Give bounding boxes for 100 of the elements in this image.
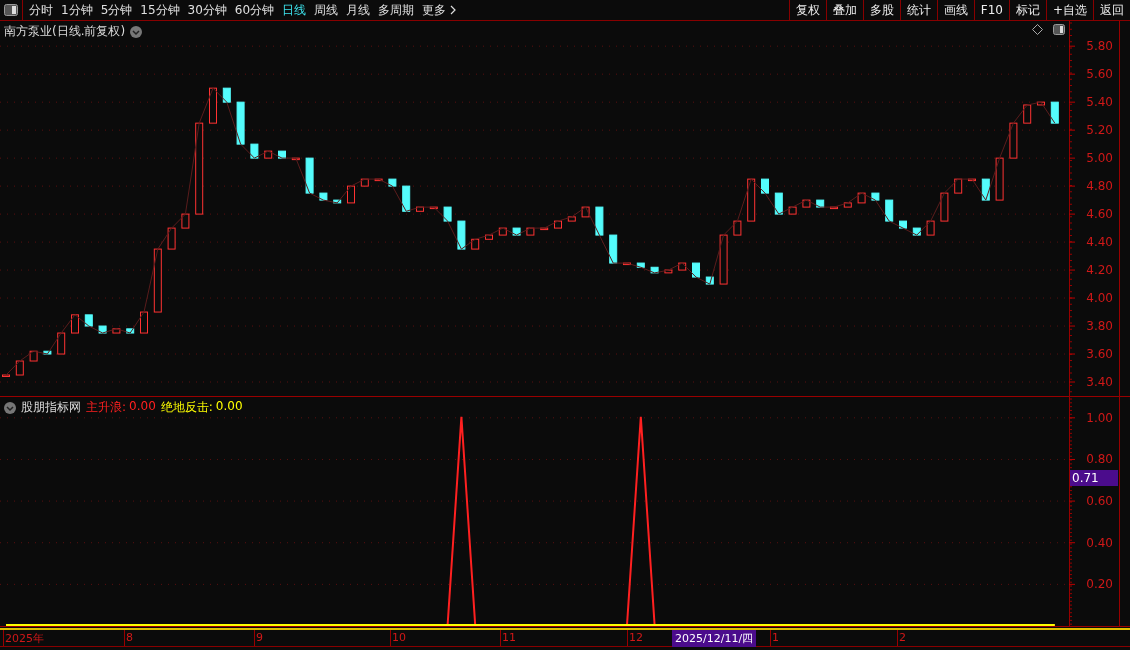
- period-tab[interactable]: 日线: [282, 1, 307, 19]
- axis-label: 0.40: [1086, 535, 1113, 550]
- candle: [540, 227, 549, 231]
- period-tab[interactable]: 多周期: [378, 1, 415, 19]
- candle: [636, 262, 645, 268]
- axis-label: 0.20: [1086, 577, 1113, 592]
- panel-toggle-icon[interactable]: [1053, 24, 1065, 35]
- axis-label: 0.80: [1086, 452, 1113, 467]
- period-tab[interactable]: 1分钟: [61, 1, 93, 19]
- candle: [940, 192, 949, 222]
- candle: [981, 178, 990, 201]
- candle: [140, 311, 148, 334]
- axis-label: 4.60: [1086, 207, 1113, 222]
- candle: [1050, 101, 1059, 124]
- cursor-date: 2025/12/11/四: [672, 630, 757, 647]
- period-tab[interactable]: 5分钟: [100, 1, 133, 19]
- axis-label: 4.80: [1086, 179, 1113, 194]
- candle: [402, 185, 411, 212]
- candle: [333, 199, 342, 204]
- candle: [57, 332, 66, 355]
- candle: [236, 101, 245, 145]
- candle: [761, 178, 769, 194]
- axis-label: 4.40: [1086, 235, 1113, 250]
- candle: [1023, 104, 1032, 124]
- candle: [222, 87, 231, 103]
- axis-label: 1.00: [1086, 410, 1113, 425]
- chart-title: 南方泵业(日线.前复权): [4, 23, 126, 40]
- candle: [278, 150, 286, 159]
- chevron-right-icon: [450, 5, 458, 15]
- candle: [788, 206, 797, 215]
- date-label: 1: [772, 631, 779, 644]
- candle: [443, 206, 452, 222]
- period-tab[interactable]: 月线: [346, 1, 371, 19]
- period-tab[interactable]: 30分钟: [187, 1, 227, 19]
- candle: [126, 328, 135, 334]
- candle: [857, 192, 866, 204]
- candle: [719, 234, 728, 285]
- candle: [374, 178, 383, 182]
- candle: [567, 216, 576, 222]
- diamond-icon[interactable]: [1032, 24, 1043, 35]
- candle: [912, 227, 921, 236]
- axis-label: 3.60: [1086, 347, 1113, 361]
- candle: [485, 234, 493, 240]
- candle: [360, 178, 369, 187]
- axis-label: 4.20: [1086, 263, 1113, 278]
- period-tab[interactable]: 周线: [314, 1, 339, 19]
- candle: [305, 157, 314, 194]
- candle: [98, 325, 107, 334]
- legend-label: 主升浪:: [86, 399, 127, 416]
- candle: [816, 199, 825, 208]
- period-tab[interactable]: 更多: [422, 1, 458, 19]
- candle: [871, 192, 880, 201]
- axis-label: 3.80: [1086, 319, 1113, 334]
- axis-label: 0.60: [1086, 494, 1113, 509]
- candle: [153, 248, 162, 313]
- legend-value: 0.00: [215, 399, 243, 415]
- legend-label: 绝地反击:: [160, 399, 213, 416]
- candle: [843, 202, 852, 208]
- candle: [250, 143, 259, 159]
- candle: [1037, 101, 1045, 106]
- candle: [692, 262, 700, 278]
- chevron-down-icon[interactable]: [130, 25, 143, 38]
- candle: [2, 374, 10, 377]
- candle: [650, 266, 659, 274]
- axis-label: 3.40: [1086, 375, 1113, 389]
- candle: [830, 206, 838, 210]
- candle: [954, 178, 963, 194]
- candle: [84, 314, 93, 327]
- candle: [43, 350, 52, 355]
- chevron-down-icon[interactable]: [4, 401, 16, 414]
- date-label: 8: [126, 631, 133, 644]
- period-tab[interactable]: 15分钟: [140, 1, 180, 19]
- candle: [733, 220, 742, 236]
- candle: [347, 185, 355, 204]
- candle: [498, 227, 507, 236]
- period-tab[interactable]: 分时: [29, 1, 53, 19]
- candle: [595, 206, 604, 236]
- date-label: 12: [629, 631, 643, 644]
- candle: [71, 314, 79, 334]
- candle: [968, 178, 976, 182]
- candle: [885, 199, 894, 222]
- candle: [899, 220, 907, 229]
- candle: [112, 328, 121, 334]
- candle: [457, 220, 466, 250]
- date-label: 2: [899, 631, 906, 644]
- candle: [664, 269, 673, 274]
- candle: [1009, 122, 1018, 159]
- date-label: 9: [256, 631, 263, 644]
- candle: [29, 350, 38, 362]
- candle: [429, 206, 438, 210]
- candle: [526, 227, 535, 236]
- candle: [554, 220, 562, 229]
- period-tab[interactable]: 60分钟: [234, 1, 275, 19]
- axis-label: 5.60: [1086, 67, 1113, 82]
- candle: [623, 262, 631, 266]
- candle: [15, 360, 24, 376]
- axis-label: 5.40: [1086, 95, 1113, 110]
- panel-toggle-icon[interactable]: [4, 4, 18, 16]
- axis-label: 5.00: [1086, 151, 1113, 166]
- candle: [774, 192, 783, 215]
